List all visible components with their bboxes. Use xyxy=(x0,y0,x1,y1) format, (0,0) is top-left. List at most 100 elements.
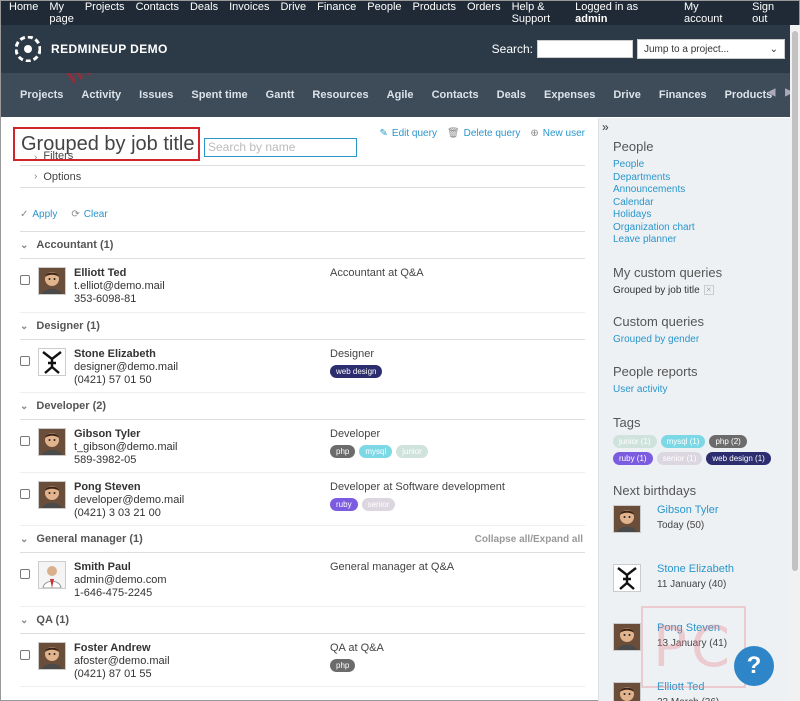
apply-button[interactable]: ✓ Apply xyxy=(20,209,57,220)
group-header[interactable]: ⌄ General manager (1) Collapse all/Expand … xyxy=(20,526,585,553)
birthday-name-link[interactable]: Gibson Tyler xyxy=(657,503,719,517)
person-name-link[interactable]: Pong Steven xyxy=(74,481,330,494)
top-menu-link[interactable]: People xyxy=(367,1,401,25)
edit-query-link[interactable]: ✎ Edit query xyxy=(380,128,437,139)
main-menu-tab[interactable]: Projects xyxy=(20,89,63,101)
tag-cloud-item[interactable]: senior (1) xyxy=(656,451,703,465)
help-button[interactable]: ? xyxy=(734,646,774,686)
jump-to-project-select[interactable]: Jump to a project... ⌄ xyxy=(637,39,785,59)
avatar[interactable] xyxy=(38,348,66,376)
avatar[interactable] xyxy=(38,642,66,670)
group-header[interactable]: ⌄ Developer (2) xyxy=(20,393,585,420)
avatar[interactable] xyxy=(38,481,66,509)
avatar[interactable] xyxy=(38,267,66,295)
avatar[interactable] xyxy=(613,504,641,533)
sidebar-collapse-icon[interactable]: » xyxy=(602,120,609,134)
main-menu-tab[interactable]: Finances xyxy=(659,89,707,101)
logo[interactable]: REDMINEUP DEMO xyxy=(15,36,492,62)
logged-in-user-link[interactable]: admin xyxy=(575,13,607,25)
row-checkbox[interactable] xyxy=(20,436,30,446)
my-account-link[interactable]: My account xyxy=(684,1,738,25)
clear-button[interactable]: ⟳ Clear xyxy=(71,209,107,220)
sidebar-people-link[interactable]: Organization chart xyxy=(613,222,786,235)
options-toggle[interactable]: › Options xyxy=(20,166,585,188)
row-checkbox[interactable] xyxy=(20,569,30,579)
top-menu-link[interactable]: Contacts xyxy=(136,1,179,25)
scrollbar-thumb[interactable] xyxy=(792,31,798,571)
top-menu-link[interactable]: Deals xyxy=(190,1,218,25)
avatar[interactable] xyxy=(38,561,66,589)
delete-query-link[interactable]: 🗑 Delete query xyxy=(447,128,520,139)
sidebar-people-link[interactable]: Departments xyxy=(613,172,786,185)
main-menu-tab[interactable]: Deals xyxy=(497,89,526,101)
row-checkbox[interactable] xyxy=(20,356,30,366)
top-menu-link[interactable]: Drive xyxy=(280,1,306,25)
top-menu-link[interactable]: Home xyxy=(9,1,38,25)
top-menu-link[interactable]: Invoices xyxy=(229,1,269,25)
row-checkbox[interactable] xyxy=(20,650,30,660)
main-menu-tab[interactable]: Activity xyxy=(81,89,121,101)
sidebar-people-link[interactable]: Leave planner xyxy=(613,234,786,247)
chevron-down-icon[interactable]: ⌄ xyxy=(20,321,28,332)
main-menu-tab[interactable]: Gantt xyxy=(266,89,295,101)
collapse-expand-link[interactable]: Collapse all/Expand all xyxy=(475,534,583,545)
main-menu-tab[interactable]: Drive xyxy=(613,89,641,101)
tag-cloud-item[interactable]: php (2) xyxy=(709,434,747,448)
person-name-link[interactable]: Stone Elizabeth xyxy=(74,348,330,361)
top-menu-link[interactable]: My page xyxy=(49,1,73,25)
tag-badge[interactable]: ruby xyxy=(330,498,358,511)
top-menu-link[interactable]: Help & Support xyxy=(512,1,551,25)
person-name-link[interactable]: Smith Paul xyxy=(74,561,330,574)
chevron-down-icon[interactable]: ⌄ xyxy=(20,401,28,412)
avatar[interactable] xyxy=(38,428,66,456)
custom-query-link[interactable]: Grouped by gender xyxy=(613,334,786,347)
main-menu-tab[interactable]: Products xyxy=(725,89,773,101)
close-icon[interactable]: ✕ xyxy=(703,285,714,295)
main-menu-tab[interactable]: Issues xyxy=(139,89,173,101)
user-activity-link[interactable]: User activity xyxy=(613,384,786,397)
sidebar-people-link[interactable]: Announcements xyxy=(613,184,786,197)
search-input[interactable] xyxy=(537,40,633,58)
my-query-item[interactable]: Grouped by job title ✕ xyxy=(613,285,786,296)
tag-cloud-item[interactable]: ruby (1) xyxy=(613,451,653,465)
birthday-name-link[interactable]: Stone Elizabeth xyxy=(657,562,734,576)
main-menu-tab[interactable]: Spent time xyxy=(191,89,247,101)
tag-cloud-item[interactable]: junior (1) xyxy=(613,434,657,448)
tag-badge[interactable]: mysql xyxy=(359,445,393,458)
arrow-left-icon[interactable]: ◀ xyxy=(768,87,776,98)
chevron-down-icon[interactable]: ⌄ xyxy=(20,240,28,251)
search-by-name-input[interactable]: Search by name xyxy=(204,138,357,157)
person-name-link[interactable]: Elliott Ted xyxy=(74,267,330,280)
tag-cloud-item[interactable]: mysql (1) xyxy=(660,434,706,448)
main-menu-tab[interactable]: Expenses xyxy=(544,89,595,101)
main-menu-tab[interactable]: Agile xyxy=(387,89,414,101)
main-menu-tab[interactable]: Contacts xyxy=(432,89,479,101)
chevron-down-icon[interactable]: ⌄ xyxy=(20,615,28,626)
sidebar-people-link[interactable]: People xyxy=(613,159,786,172)
top-menu-link[interactable]: Projects xyxy=(85,1,125,25)
group-header[interactable]: ⌄ Designer (1) xyxy=(20,313,585,340)
tag-badge[interactable]: junior xyxy=(396,445,428,458)
avatar[interactable] xyxy=(613,681,641,701)
tag-cloud-item[interactable]: web design (1) xyxy=(706,451,771,465)
tag-badge[interactable]: web design xyxy=(330,365,383,378)
top-menu-link[interactable]: Finance xyxy=(317,1,356,25)
tag-badge[interactable]: php xyxy=(330,659,356,672)
new-user-link[interactable]: ⊕ New user xyxy=(530,128,585,139)
top-menu-link[interactable]: Orders xyxy=(467,1,501,25)
main-menu-tab[interactable]: Resources xyxy=(312,89,368,101)
tag-badge[interactable]: senior xyxy=(361,498,396,511)
row-checkbox[interactable] xyxy=(20,489,30,499)
person-name-link[interactable]: Gibson Tyler xyxy=(74,428,330,441)
avatar[interactable] xyxy=(613,622,641,651)
person-name-link[interactable]: Foster Andrew xyxy=(74,642,330,655)
tag-badge[interactable]: php xyxy=(330,445,356,458)
row-checkbox[interactable] xyxy=(20,275,30,285)
scrollbar[interactable] xyxy=(790,25,800,701)
chevron-down-icon[interactable]: ⌄ xyxy=(20,534,28,545)
group-header[interactable]: ⌄ QA (1) xyxy=(20,607,585,634)
sidebar-people-link[interactable]: Calendar xyxy=(613,197,786,210)
sign-out-link[interactable]: Sign out xyxy=(752,1,791,25)
avatar[interactable] xyxy=(613,563,641,592)
sidebar-people-link[interactable]: Holidays xyxy=(613,209,786,222)
